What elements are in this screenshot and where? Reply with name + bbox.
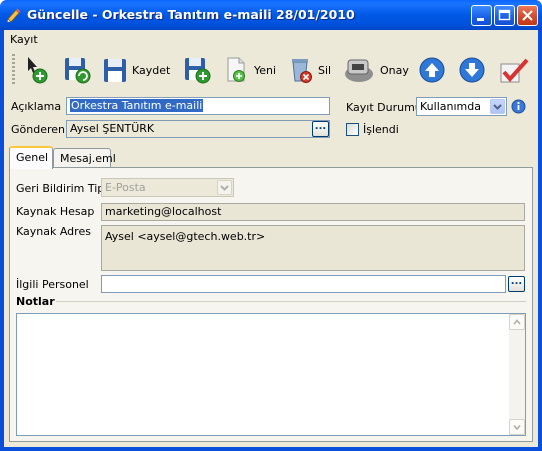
islendi-label: İşlendi bbox=[363, 123, 399, 136]
kaynak-hesap-value: marketing@localhost bbox=[105, 205, 222, 218]
kaynak-hesap-input[interactable]: marketing@localhost bbox=[101, 203, 525, 221]
islendi-checkbox[interactable] bbox=[346, 123, 359, 136]
aciklama-value: Orkestra Tanıtım e-maili bbox=[70, 99, 204, 112]
save-add-button[interactable] bbox=[182, 52, 212, 88]
kayit-durumu-value: Kullanımda bbox=[420, 100, 481, 113]
new-document-button[interactable]: Yeni bbox=[224, 52, 276, 88]
save-icon bbox=[104, 59, 126, 82]
save-refresh-icon bbox=[65, 58, 91, 84]
scroll-down-button[interactable] bbox=[509, 419, 525, 435]
aciklama-input[interactable]: Orkestra Tanıtım e-maili bbox=[66, 97, 330, 115]
kayit-durumu-dropdown-button[interactable] bbox=[490, 99, 505, 114]
approve-icon bbox=[345, 59, 373, 82]
notlar-divider bbox=[56, 301, 526, 302]
ilgili-personel-input[interactable] bbox=[101, 275, 506, 293]
tab-page-genel: Geri Bildirim Tipi E-Posta Kaynak Hesap … bbox=[9, 167, 533, 442]
gonderen-value: Aysel ŞENTÜRK bbox=[70, 122, 155, 135]
tab-mesaj-eml[interactable]: Mesaj.eml bbox=[53, 148, 116, 168]
kaynak-hesap-label: Kaynak Hesap bbox=[16, 205, 95, 218]
aciklama-label: Açıklama bbox=[11, 100, 62, 113]
save-button-label: Kaydet bbox=[132, 63, 171, 77]
delete-icon bbox=[292, 59, 312, 83]
ilgili-personel-browse-button[interactable]: ... bbox=[508, 276, 525, 292]
checkmark-icon bbox=[500, 58, 529, 83]
minimize-button[interactable] bbox=[471, 5, 492, 26]
save-add-icon bbox=[185, 58, 211, 84]
close-icon bbox=[522, 10, 533, 21]
checkmark-button[interactable] bbox=[498, 52, 530, 88]
maximize-button[interactable] bbox=[494, 5, 515, 26]
save-button[interactable]: Kaydet bbox=[102, 52, 170, 88]
new-record-icon bbox=[28, 57, 48, 84]
notlar-textarea[interactable] bbox=[16, 313, 526, 436]
new-document-label: Yeni bbox=[254, 63, 277, 77]
gonderen-label: Gönderen bbox=[11, 123, 65, 136]
new-record-button[interactable] bbox=[24, 52, 50, 88]
approve-button[interactable]: Onay bbox=[342, 52, 409, 88]
chevron-down-icon bbox=[513, 424, 521, 431]
minimize-icon bbox=[477, 18, 484, 21]
delete-button[interactable]: Sil bbox=[288, 52, 331, 88]
toolbar: Kaydet Yeni Sil Onay bbox=[4, 48, 538, 92]
geri-bildirim-select[interactable]: E-Posta bbox=[101, 178, 234, 197]
window-title: Güncelle - Orkestra Tanıtım e-maili 28/0… bbox=[27, 7, 355, 22]
arrow-down-icon bbox=[459, 57, 485, 83]
ilgili-personel-label: İlgili Personel bbox=[16, 278, 89, 291]
window-client: Kayıt Kaydet Yeni Sil Onay Açıklama Orke… bbox=[4, 30, 538, 447]
geri-bildirim-label: Geri Bildirim Tipi bbox=[16, 182, 108, 195]
toolbar-grip[interactable] bbox=[12, 54, 15, 84]
notlar-label: Notlar bbox=[16, 295, 55, 308]
gonderen-browse-button[interactable]: ... bbox=[312, 121, 329, 137]
approve-label: Onay bbox=[380, 63, 409, 77]
chevron-up-icon bbox=[513, 319, 521, 325]
edit-pencil-icon bbox=[6, 8, 21, 23]
geri-bildirim-value: E-Posta bbox=[105, 181, 146, 194]
arrow-down-button[interactable] bbox=[458, 52, 486, 88]
menu-item-kayit[interactable]: Kayıt bbox=[10, 33, 38, 46]
kayit-durumu-label: Kayıt Durumu bbox=[346, 101, 422, 114]
maximize-icon bbox=[498, 9, 511, 21]
info-icon[interactable] bbox=[511, 99, 526, 114]
title-bar[interactable]: Güncelle - Orkestra Tanıtım e-maili 28/0… bbox=[0, 0, 542, 30]
tab-genel[interactable]: Genel bbox=[9, 146, 53, 169]
scroll-up-button[interactable] bbox=[509, 314, 525, 330]
notlar-scrollbar[interactable] bbox=[509, 314, 525, 435]
new-document-icon bbox=[227, 57, 245, 82]
gonderen-input[interactable]: Aysel ŞENTÜRK bbox=[66, 120, 330, 138]
save-refresh-button[interactable] bbox=[62, 52, 92, 88]
chevron-down-icon bbox=[220, 185, 229, 191]
kaynak-adres-label: Kaynak Adres bbox=[16, 225, 91, 238]
arrow-up-button[interactable] bbox=[418, 52, 446, 88]
arrow-up-icon bbox=[419, 57, 445, 83]
kaynak-adres-input[interactable]: Aysel <aysel@gtech.web.tr> bbox=[101, 225, 525, 271]
kaynak-adres-value: Aysel <aysel@gtech.web.tr> bbox=[105, 230, 266, 243]
main-window: Güncelle - Orkestra Tanıtım e-maili 28/0… bbox=[0, 0, 542, 451]
delete-label: Sil bbox=[318, 63, 332, 77]
geri-bildirim-dropdown-button[interactable] bbox=[217, 180, 232, 195]
close-button[interactable] bbox=[517, 5, 538, 26]
chevron-down-icon bbox=[493, 104, 502, 110]
menu-bar: Kayıt bbox=[4, 30, 538, 48]
kayit-durumu-select[interactable]: Kullanımda bbox=[416, 97, 507, 116]
